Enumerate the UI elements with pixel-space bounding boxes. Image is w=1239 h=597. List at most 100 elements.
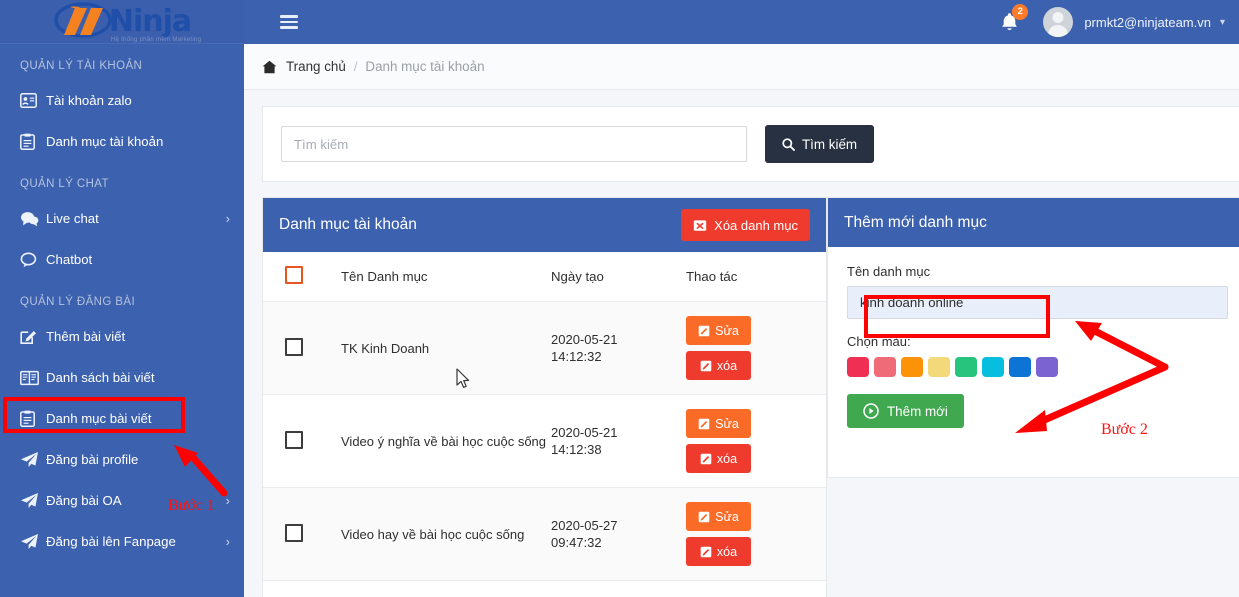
home-icon[interactable] xyxy=(262,60,277,74)
user-email[interactable]: prmkt2@ninjateam.vn xyxy=(1084,15,1211,30)
row-checkbox[interactable] xyxy=(285,523,303,542)
sidebar-item-label: Danh mục bài viết xyxy=(46,411,152,426)
select-all-cell xyxy=(263,252,341,302)
chevron-right-icon: › xyxy=(225,534,230,549)
sidebar-item-live-chat[interactable]: Live chat › xyxy=(0,198,244,239)
add-category-submit-button[interactable]: Thêm mới xyxy=(847,394,964,428)
panels-row: Danh mục tài khoản Xóa danh mục Tên Danh… xyxy=(262,197,1239,597)
edit-icon xyxy=(700,546,712,557)
clipboard-icon xyxy=(20,410,46,427)
row-select-cell xyxy=(263,487,341,581)
row-actions: Sửa xóa xyxy=(686,394,826,488)
category-list-header: Danh mục tài khoản Xóa danh mục xyxy=(263,198,826,252)
chevron-right-icon: › xyxy=(225,211,230,226)
color-swatch-8[interactable] xyxy=(1036,357,1058,377)
paper-plane-icon xyxy=(20,533,46,550)
column-header-date: Ngày tạo xyxy=(551,252,686,302)
row-delete-button[interactable]: xóa xyxy=(686,537,751,566)
color-swatch-1[interactable] xyxy=(847,357,869,377)
category-name-label: Tên danh mục xyxy=(847,264,931,279)
chevron-right-icon: › xyxy=(225,493,230,508)
color-picker-label: Chọn màu: xyxy=(847,334,911,349)
delete-category-label: Xóa danh mục xyxy=(714,217,798,233)
notifications-button[interactable]: 2 xyxy=(1000,3,1029,33)
row-delete-button[interactable]: xóa xyxy=(686,444,751,473)
topbar-right-group: 2 prmkt2@ninjateam.vn ▾ xyxy=(1000,3,1239,37)
row-delete-label: xóa xyxy=(716,358,738,373)
sidebar-item-dang-bai-profile[interactable]: Đăng bài profile xyxy=(0,439,244,480)
color-swatch-2[interactable] xyxy=(874,357,896,377)
avatar[interactable] xyxy=(1043,7,1074,37)
table-row: Video ý nghĩa về bài học cuộc sống 2020-… xyxy=(263,394,826,488)
sidebar-item-dang-bai-len-fanpage[interactable]: Đăng bài lên Fanpage › xyxy=(0,521,244,562)
sidebar-item-label: Chatbot xyxy=(46,252,93,267)
edit-button[interactable]: Sửa xyxy=(686,316,751,345)
search-input[interactable] xyxy=(281,126,747,162)
edit-button[interactable]: Sửa xyxy=(686,409,751,438)
row-delete-label: xóa xyxy=(716,544,738,559)
column-header-actions: Thao tác xyxy=(686,252,826,302)
edit-button[interactable]: Sửa xyxy=(686,502,751,531)
sidebar-item-label: Đăng bài lên Fanpage xyxy=(46,534,176,549)
id-card-icon xyxy=(20,93,46,108)
row-actions: Sửa xóa xyxy=(686,301,826,395)
category-name-input[interactable] xyxy=(847,286,1228,319)
delete-category-button[interactable]: Xóa danh mục xyxy=(681,209,810,241)
sidebar-item-them-bai-viet[interactable]: Thêm bài viết xyxy=(0,316,244,357)
edit-icon xyxy=(700,453,712,464)
search-button-label: Tìm kiếm xyxy=(802,136,858,152)
color-swatch-5[interactable] xyxy=(955,357,977,377)
sidebar-item-danh-muc-tai-khoan[interactable]: Danh mục tài khoản xyxy=(0,121,244,162)
hamburger-icon[interactable] xyxy=(280,12,298,33)
ninja-logo-icon xyxy=(53,1,115,42)
row-name: Video ý nghĩa về bài học cuộc sống xyxy=(341,394,551,488)
sidebar-item-chatbot[interactable]: Chatbot xyxy=(0,239,244,280)
row-checkbox[interactable] xyxy=(285,337,303,356)
column-header-name: Tên Danh mục xyxy=(341,252,551,302)
app-root: Ninja Hệ thống phần mềm Marketing QUẢN L… xyxy=(0,0,1239,597)
book-icon xyxy=(20,370,46,386)
sidebar-item-danh-sach-bai-viet[interactable]: Danh sách bài viết xyxy=(0,357,244,398)
brand-tagline: Hệ thống phần mềm Marketing xyxy=(110,35,202,43)
table-header-row: Tên Danh mục Ngày tạo Thao tác xyxy=(263,252,826,302)
table-row: TK Kinh Doanh 2020-05-21 14:12:32 Sửa xó… xyxy=(263,301,826,395)
color-swatch-3[interactable] xyxy=(901,357,923,377)
row-name: Video hay về bài học cuộc sống xyxy=(341,487,551,581)
edit-icon xyxy=(698,511,710,522)
chevron-down-icon[interactable]: ▾ xyxy=(1220,17,1225,28)
sidebar-item-label: Thêm bài viết xyxy=(46,329,126,344)
search-button[interactable]: Tìm kiếm xyxy=(765,125,875,163)
brand-logo[interactable]: Ninja Hệ thống phần mềm Marketing xyxy=(0,0,244,44)
search-icon xyxy=(782,137,795,151)
chat-bubbles-icon xyxy=(20,211,46,227)
sidebar-section-title-chat: QUẢN LÝ CHAT xyxy=(20,178,109,190)
row-select-cell xyxy=(263,301,341,395)
color-swatch-4[interactable] xyxy=(928,357,950,377)
sidebar-item-dang-bai-oa[interactable]: Đăng bài OA › xyxy=(0,480,244,521)
clipboard-icon xyxy=(20,133,46,150)
add-category-body: Tên danh mục Chọn màu: xyxy=(828,247,1239,428)
sidebar-item-label: Danh sách bài viết xyxy=(46,370,155,385)
add-category-panel: Thêm mới danh mục Tên danh mục Chọn màu: xyxy=(827,197,1239,478)
breadcrumb-home[interactable]: Trang chủ xyxy=(286,59,346,74)
panel-title: Danh mục tài khoản xyxy=(279,216,417,233)
edit-icon xyxy=(700,360,712,371)
row-date-cell: 2020-05-21 14:12:32 xyxy=(551,301,686,395)
add-category-header: Thêm mới danh mục xyxy=(828,198,1239,247)
color-swatch-7[interactable] xyxy=(1009,357,1031,377)
add-category-submit-label: Thêm mới xyxy=(887,403,948,419)
row-name xyxy=(341,580,551,597)
sidebar-item-danh-muc-bai-viet[interactable]: Danh mục bài viết xyxy=(0,398,244,439)
row-date: 2020-05-21 xyxy=(551,425,618,440)
sidebar-item-label: Đăng bài profile xyxy=(46,452,139,467)
row-select-cell xyxy=(263,580,341,597)
row-name: TK Kinh Doanh xyxy=(341,301,551,395)
row-checkbox[interactable] xyxy=(285,430,303,449)
category-table: Tên Danh mục Ngày tạo Thao tác TK Kinh D… xyxy=(263,252,826,597)
color-swatch-6[interactable] xyxy=(982,357,1004,377)
sidebar-item-tai-khoan-zalo[interactable]: Tài khoản zalo xyxy=(0,80,244,121)
select-all-checkbox[interactable] xyxy=(285,266,303,284)
edit-label: Sửa xyxy=(715,323,739,338)
edit-label: Sửa xyxy=(715,416,739,431)
row-delete-button[interactable]: xóa xyxy=(686,351,751,380)
